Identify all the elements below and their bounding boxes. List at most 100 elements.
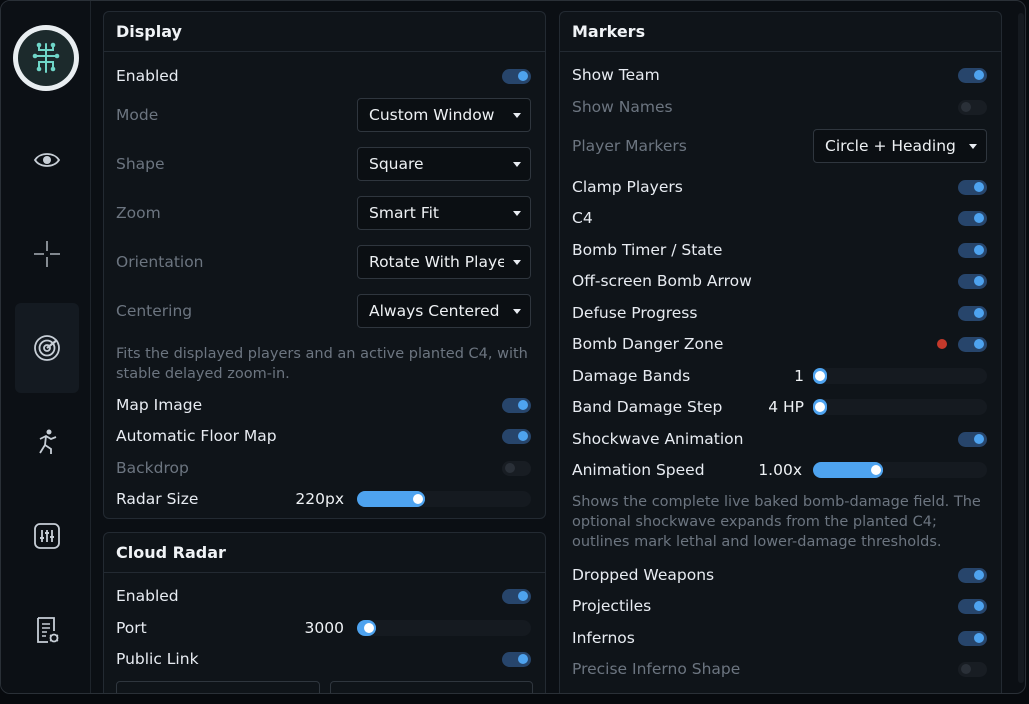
player-markers-select[interactable]: Circle + Heading <box>813 129 987 163</box>
public-link-label: Public Link <box>116 650 199 668</box>
c4-row: C4 <box>572 208 987 228</box>
bomb-timer-toggle[interactable] <box>958 242 987 258</box>
dropped-weapons-toggle[interactable] <box>958 567 987 583</box>
offscreen-arrow-row: Off-screen Bomb Arrow <box>572 271 987 291</box>
infernos-row: Infernos <box>572 628 987 648</box>
shape-select[interactable]: Square <box>357 147 531 181</box>
radar-size-row: Radar Size 220px <box>116 489 531 509</box>
defuse-progress-label: Defuse Progress <box>572 304 698 322</box>
player-markers-label: Player Markers <box>572 137 687 155</box>
public-link-toggle[interactable] <box>502 651 531 667</box>
nav-visuals[interactable] <box>15 115 79 205</box>
shockwave-toggle[interactable] <box>958 431 987 447</box>
centering-label: Centering <box>116 302 193 320</box>
port-label: Port <box>116 619 147 637</box>
centering-select[interactable]: Always Centered <box>357 294 531 328</box>
shockwave-row: Shockwave Animation <box>572 429 987 449</box>
nav-crosshair[interactable] <box>15 209 79 299</box>
cloud-enabled-label: Enabled <box>116 587 179 605</box>
radar-size-label: Radar Size <box>116 490 199 508</box>
backdrop-label: Backdrop <box>116 459 189 477</box>
band-step-row: Band Damage Step 4 HP <box>572 397 987 417</box>
nav-player[interactable] <box>15 397 79 487</box>
backdrop-row: Backdrop <box>116 458 531 478</box>
backdrop-toggle[interactable] <box>502 460 531 476</box>
auto-floor-row: Automatic Floor Map <box>116 426 531 446</box>
chevron-down-icon <box>504 308 530 314</box>
damage-bands-slider[interactable] <box>813 368 987 384</box>
show-names-toggle[interactable] <box>958 99 987 115</box>
zoom-select[interactable]: Smart Fit <box>357 196 531 230</box>
bomb-danger-row: Bomb Danger Zone <box>572 334 987 354</box>
c4-toggle[interactable] <box>958 210 987 226</box>
damage-bands-label: Damage Bands <box>572 367 691 385</box>
band-step-value: 4 HP <box>768 398 804 416</box>
auto-floor-label: Automatic Floor Map <box>116 427 277 445</box>
precise-inferno-label: Precise Inferno Shape <box>572 660 741 678</box>
dropped-weapons-row: Dropped Weapons <box>572 565 987 585</box>
bomb-timer-label: Bomb Timer / State <box>572 241 723 259</box>
show-team-toggle[interactable] <box>958 67 987 83</box>
crosshair-icon <box>34 241 60 267</box>
scrollbar[interactable] <box>1018 13 1024 683</box>
app-window: Display Enabled Mode Custom Window Shape… <box>0 0 1026 694</box>
infernos-label: Infernos <box>572 629 635 647</box>
display-enabled-label: Enabled <box>116 67 179 85</box>
mode-label: Mode <box>116 106 159 124</box>
player-markers-row: Player Markers Circle + Heading <box>572 129 987 163</box>
map-image-row: Map Image <box>116 395 531 415</box>
port-value: 3000 <box>304 619 344 637</box>
slider-knob[interactable] <box>813 400 827 414</box>
running-person-icon <box>39 429 57 454</box>
port-slider[interactable] <box>357 620 531 636</box>
infernos-toggle[interactable] <box>958 630 987 646</box>
animation-speed-slider[interactable] <box>813 462 987 478</box>
centering-row: Centering Always Centered <box>116 294 531 328</box>
clamp-players-toggle[interactable] <box>958 179 987 195</box>
chevron-down-icon <box>504 259 530 265</box>
nav-settings[interactable] <box>15 491 79 581</box>
chevron-down-icon <box>504 112 530 118</box>
clamp-players-row: Clamp Players <box>572 177 987 197</box>
zoom-row: Zoom Smart Fit <box>116 196 531 230</box>
slider-knob[interactable] <box>411 492 425 506</box>
nav-logs[interactable] <box>15 585 79 675</box>
chevron-down-icon <box>960 143 986 149</box>
bomb-timer-row: Bomb Timer / State <box>572 240 987 260</box>
slider-knob[interactable] <box>813 369 827 383</box>
display-note: Fits the displayed players and an active… <box>116 346 528 382</box>
cloud-radar-title: Cloud Radar <box>104 533 545 573</box>
offscreen-arrow-toggle[interactable] <box>958 273 987 289</box>
slider-knob[interactable] <box>362 621 376 635</box>
show-names-label: Show Names <box>572 98 673 116</box>
sliders-icon <box>34 523 60 549</box>
cloud-enabled-toggle[interactable] <box>502 588 531 604</box>
c4-label: C4 <box>572 209 593 227</box>
orientation-row: Orientation Rotate With Player <box>116 245 531 279</box>
auto-floor-toggle[interactable] <box>502 428 531 444</box>
defuse-progress-toggle[interactable] <box>958 305 987 321</box>
orientation-select[interactable]: Rotate With Player <box>357 245 531 279</box>
mode-select[interactable]: Custom Window <box>357 98 531 132</box>
mode-row: Mode Custom Window <box>116 98 531 132</box>
nav-radar[interactable] <box>15 303 79 393</box>
animation-speed-value: 1.00x <box>758 461 802 479</box>
animation-speed-label: Animation Speed <box>572 461 705 479</box>
band-step-slider[interactable] <box>813 399 987 415</box>
map-image-toggle[interactable] <box>502 397 531 413</box>
precise-inferno-toggle[interactable] <box>958 661 987 677</box>
chevron-down-icon <box>504 161 530 167</box>
projectiles-toggle[interactable] <box>958 598 987 614</box>
copy-link-button[interactable] <box>330 681 533 693</box>
show-team-row: Show Team <box>572 65 987 85</box>
public-link-row: Public Link <box>116 649 531 669</box>
public-link-field[interactable] <box>116 681 320 693</box>
bomb-danger-toggle[interactable] <box>958 336 987 352</box>
slider-knob[interactable] <box>869 463 883 477</box>
display-enabled-toggle[interactable] <box>502 68 531 84</box>
radar-size-slider[interactable] <box>357 491 531 507</box>
danger-color-swatch[interactable] <box>937 339 947 349</box>
radar-icon <box>34 335 60 361</box>
show-team-label: Show Team <box>572 66 660 84</box>
defuse-progress-row: Defuse Progress <box>572 303 987 323</box>
